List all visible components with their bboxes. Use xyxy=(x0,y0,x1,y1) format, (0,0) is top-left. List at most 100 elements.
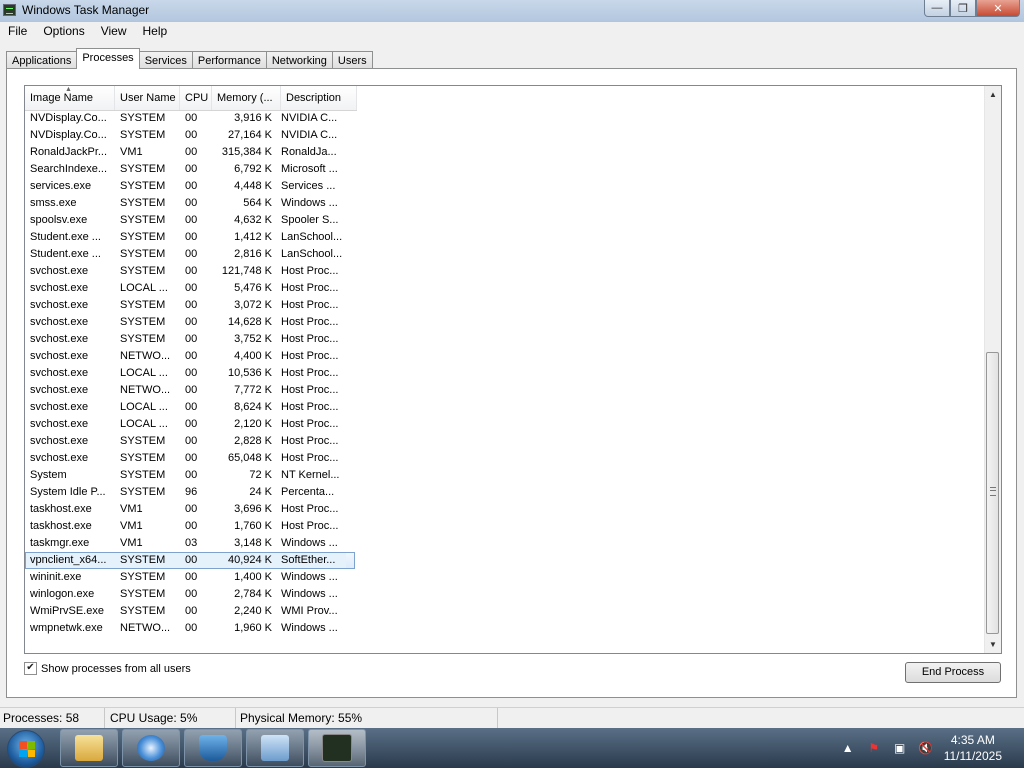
table-row[interactable]: NVDisplay.Co... SYSTEM 00 27,164 K NVIDIA C.… xyxy=(25,127,981,144)
table-row[interactable]: smss.exe SYSTEM 00 564 K Windows ... xyxy=(25,195,981,212)
column-cpu[interactable]: CPU xyxy=(180,86,212,110)
action-center-flag-icon[interactable]: ⚑ xyxy=(866,740,882,756)
end-process-button[interactable]: End Process xyxy=(905,662,1001,683)
close-button[interactable]: ✕ xyxy=(976,0,1020,17)
table-row[interactable]: svchost.exe SYSTEM 00 2,828 K Host Proc... xyxy=(25,433,981,450)
process-name: svchost.exe xyxy=(30,333,89,345)
table-row[interactable]: svchost.exe LOCAL ... 00 5,476 K Host Proc..… xyxy=(25,280,981,297)
process-memory: 3,752 K xyxy=(234,333,272,345)
close-icon: ✕ xyxy=(993,2,1003,15)
table-row[interactable]: NVDisplay.Co... SYSTEM 00 3,916 K NVIDIA C..… xyxy=(25,110,981,127)
column-user-name[interactable]: User Name xyxy=(115,86,180,110)
table-row[interactable]: Student.exe ... SYSTEM 00 2,816 K LanSchool.… xyxy=(25,246,981,263)
status-bar: Processes: 58 CPU Usage: 5% Physical Mem… xyxy=(0,707,1024,729)
process-memory: 3,696 K xyxy=(234,503,272,515)
process-user: VM1 xyxy=(120,146,143,158)
table-row[interactable]: services.exe SYSTEM 00 4,448 K Services ... xyxy=(25,178,981,195)
process-user: SYSTEM xyxy=(120,180,166,192)
taskbar-security-button[interactable] xyxy=(184,729,242,767)
status-processes: Processes: 58 xyxy=(0,708,105,729)
process-cpu: 00 xyxy=(185,520,198,532)
process-description: Spooler S... xyxy=(281,214,339,226)
table-row[interactable]: spoolsv.exe SYSTEM 00 4,632 K Spooler S... xyxy=(25,212,981,229)
table-row[interactable]: taskhost.exe VM1 00 1,760 K Host Proc... xyxy=(25,518,981,535)
table-row[interactable]: svchost.exe LOCAL ... 00 10,536 K Host Proc.… xyxy=(25,365,981,382)
table-row[interactable]: taskmgr.exe VM1 03 3,148 K Windows ... xyxy=(25,535,981,552)
process-description: Host Proc... xyxy=(281,418,339,430)
vertical-scrollbar[interactable]: ▲ ▼ xyxy=(984,86,1001,653)
table-row[interactable]: wmpnetwk.exe NETWO... 00 1,960 K Windows ... xyxy=(25,620,981,637)
table-row[interactable]: vpnclient_x64... SYSTEM 00 40,924 K SoftEthe… xyxy=(25,552,355,569)
taskbar-explorer-button[interactable] xyxy=(60,729,118,767)
process-name: RonaldJackPr... xyxy=(30,146,108,158)
process-description: Host Proc... xyxy=(281,299,339,311)
table-row[interactable]: svchost.exe NETWO... 00 7,772 K Host Proc... xyxy=(25,382,981,399)
volume-muted-icon[interactable]: 🔇 xyxy=(918,740,934,756)
scroll-thumb[interactable] xyxy=(986,352,999,634)
table-row[interactable]: svchost.exe LOCAL ... 00 2,120 K Host Proc..… xyxy=(25,416,981,433)
table-row[interactable]: wininit.exe SYSTEM 00 1,400 K Windows ... xyxy=(25,569,981,586)
process-list[interactable]: ▲ Image Name User Name CPU Memory (... D… xyxy=(24,85,1002,654)
show-all-users-checkbox[interactable]: ✔ xyxy=(24,662,37,675)
process-cpu: 00 xyxy=(185,333,198,345)
column-image-name[interactable]: ▲ Image Name xyxy=(25,86,115,110)
table-row[interactable]: RonaldJackPr... VM1 00 315,384 K RonaldJa... xyxy=(25,144,981,161)
clock[interactable]: 4:35 AM 11/11/2025 xyxy=(944,732,1002,764)
process-name: System Idle P... xyxy=(30,486,106,498)
table-row[interactable]: svchost.exe SYSTEM 00 3,752 K Host Proc... xyxy=(25,331,981,348)
process-description: Host Proc... xyxy=(281,265,339,277)
process-description: Host Proc... xyxy=(281,520,339,532)
process-name: taskhost.exe xyxy=(30,503,92,515)
table-row[interactable]: svchost.exe NETWO... 00 4,400 K Host Proc... xyxy=(25,348,981,365)
network-icon[interactable]: ▣ xyxy=(892,740,908,756)
tab-processes[interactable]: Processes xyxy=(76,48,140,69)
menu-options[interactable]: Options xyxy=(35,22,92,41)
process-cpu: 00 xyxy=(185,248,198,260)
table-row[interactable]: winlogon.exe SYSTEM 00 2,784 K Windows ... xyxy=(25,586,981,603)
table-row[interactable]: taskhost.exe VM1 00 3,696 K Host Proc... xyxy=(25,501,981,518)
browser-icon xyxy=(137,735,165,761)
tab-users[interactable]: Users xyxy=(331,51,373,69)
tab-services[interactable]: Services xyxy=(138,51,193,69)
process-name: WmiPrvSE.exe xyxy=(30,605,104,617)
scroll-up-icon[interactable]: ▲ xyxy=(985,86,1001,103)
process-description: Host Proc... xyxy=(281,367,339,379)
table-row[interactable]: svchost.exe SYSTEM 00 14,628 K Host Proc... xyxy=(25,314,981,331)
process-description: LanSchool... xyxy=(281,248,343,260)
scroll-down-icon[interactable]: ▼ xyxy=(985,636,1001,653)
maximize-button[interactable]: ❐ xyxy=(950,0,976,17)
start-button[interactable] xyxy=(7,730,45,768)
process-description: Windows ... xyxy=(281,588,338,600)
tab-applications[interactable]: Applications xyxy=(6,51,78,69)
process-user: SYSTEM xyxy=(120,197,166,209)
table-row[interactable]: System SYSTEM 00 72 K NT Kernel... xyxy=(25,467,981,484)
table-row[interactable]: svchost.exe LOCAL ... 00 8,624 K Host Proc..… xyxy=(25,399,981,416)
menu-file[interactable]: File xyxy=(0,22,35,41)
column-description[interactable]: Description xyxy=(281,86,357,110)
table-row[interactable]: svchost.exe SYSTEM 00 65,048 K Host Proc... xyxy=(25,450,981,467)
tab-strip: Applications Processes Services Performa… xyxy=(6,48,373,69)
table-row[interactable]: svchost.exe SYSTEM 00 3,072 K Host Proc... xyxy=(25,297,981,314)
table-row[interactable]: svchost.exe SYSTEM 00 121,748 K Host Proc... xyxy=(25,263,981,280)
menu-view[interactable]: View xyxy=(93,22,135,41)
table-row[interactable]: SearchIndexe... SYSTEM 00 6,792 K Microsoft … xyxy=(25,161,981,178)
process-cpu: 00 xyxy=(185,316,198,328)
status-cpu-usage: CPU Usage: 5% xyxy=(105,708,236,729)
taskbar: ▲ ⚑ ▣ 🔇 4:35 AM 11/11/2025 xyxy=(0,728,1024,768)
taskbar-remote-desktop-button[interactable] xyxy=(246,729,304,767)
table-row[interactable]: Student.exe ... SYSTEM 00 1,412 K LanSchool.… xyxy=(25,229,981,246)
process-name: winlogon.exe xyxy=(30,588,95,600)
taskbar-task-manager-button[interactable] xyxy=(308,729,366,767)
table-row[interactable]: WmiPrvSE.exe SYSTEM 00 2,240 K WMI Prov... xyxy=(25,603,981,620)
menu-help[interactable]: Help xyxy=(135,22,176,41)
minimize-button[interactable]: — xyxy=(924,0,950,17)
table-row[interactable]: System Idle P... SYSTEM 96 24 K Percenta... xyxy=(25,484,981,501)
show-hidden-icons-icon[interactable]: ▲ xyxy=(840,740,856,756)
show-all-users-option[interactable]: ✔ Show processes from all users xyxy=(24,662,191,675)
grip-icon xyxy=(990,487,996,496)
column-memory[interactable]: Memory (... xyxy=(212,86,281,110)
sort-ascending-icon: ▲ xyxy=(65,86,72,93)
tab-networking[interactable]: Networking xyxy=(265,51,333,69)
tab-performance[interactable]: Performance xyxy=(191,51,267,69)
taskbar-browser-button[interactable] xyxy=(122,729,180,767)
